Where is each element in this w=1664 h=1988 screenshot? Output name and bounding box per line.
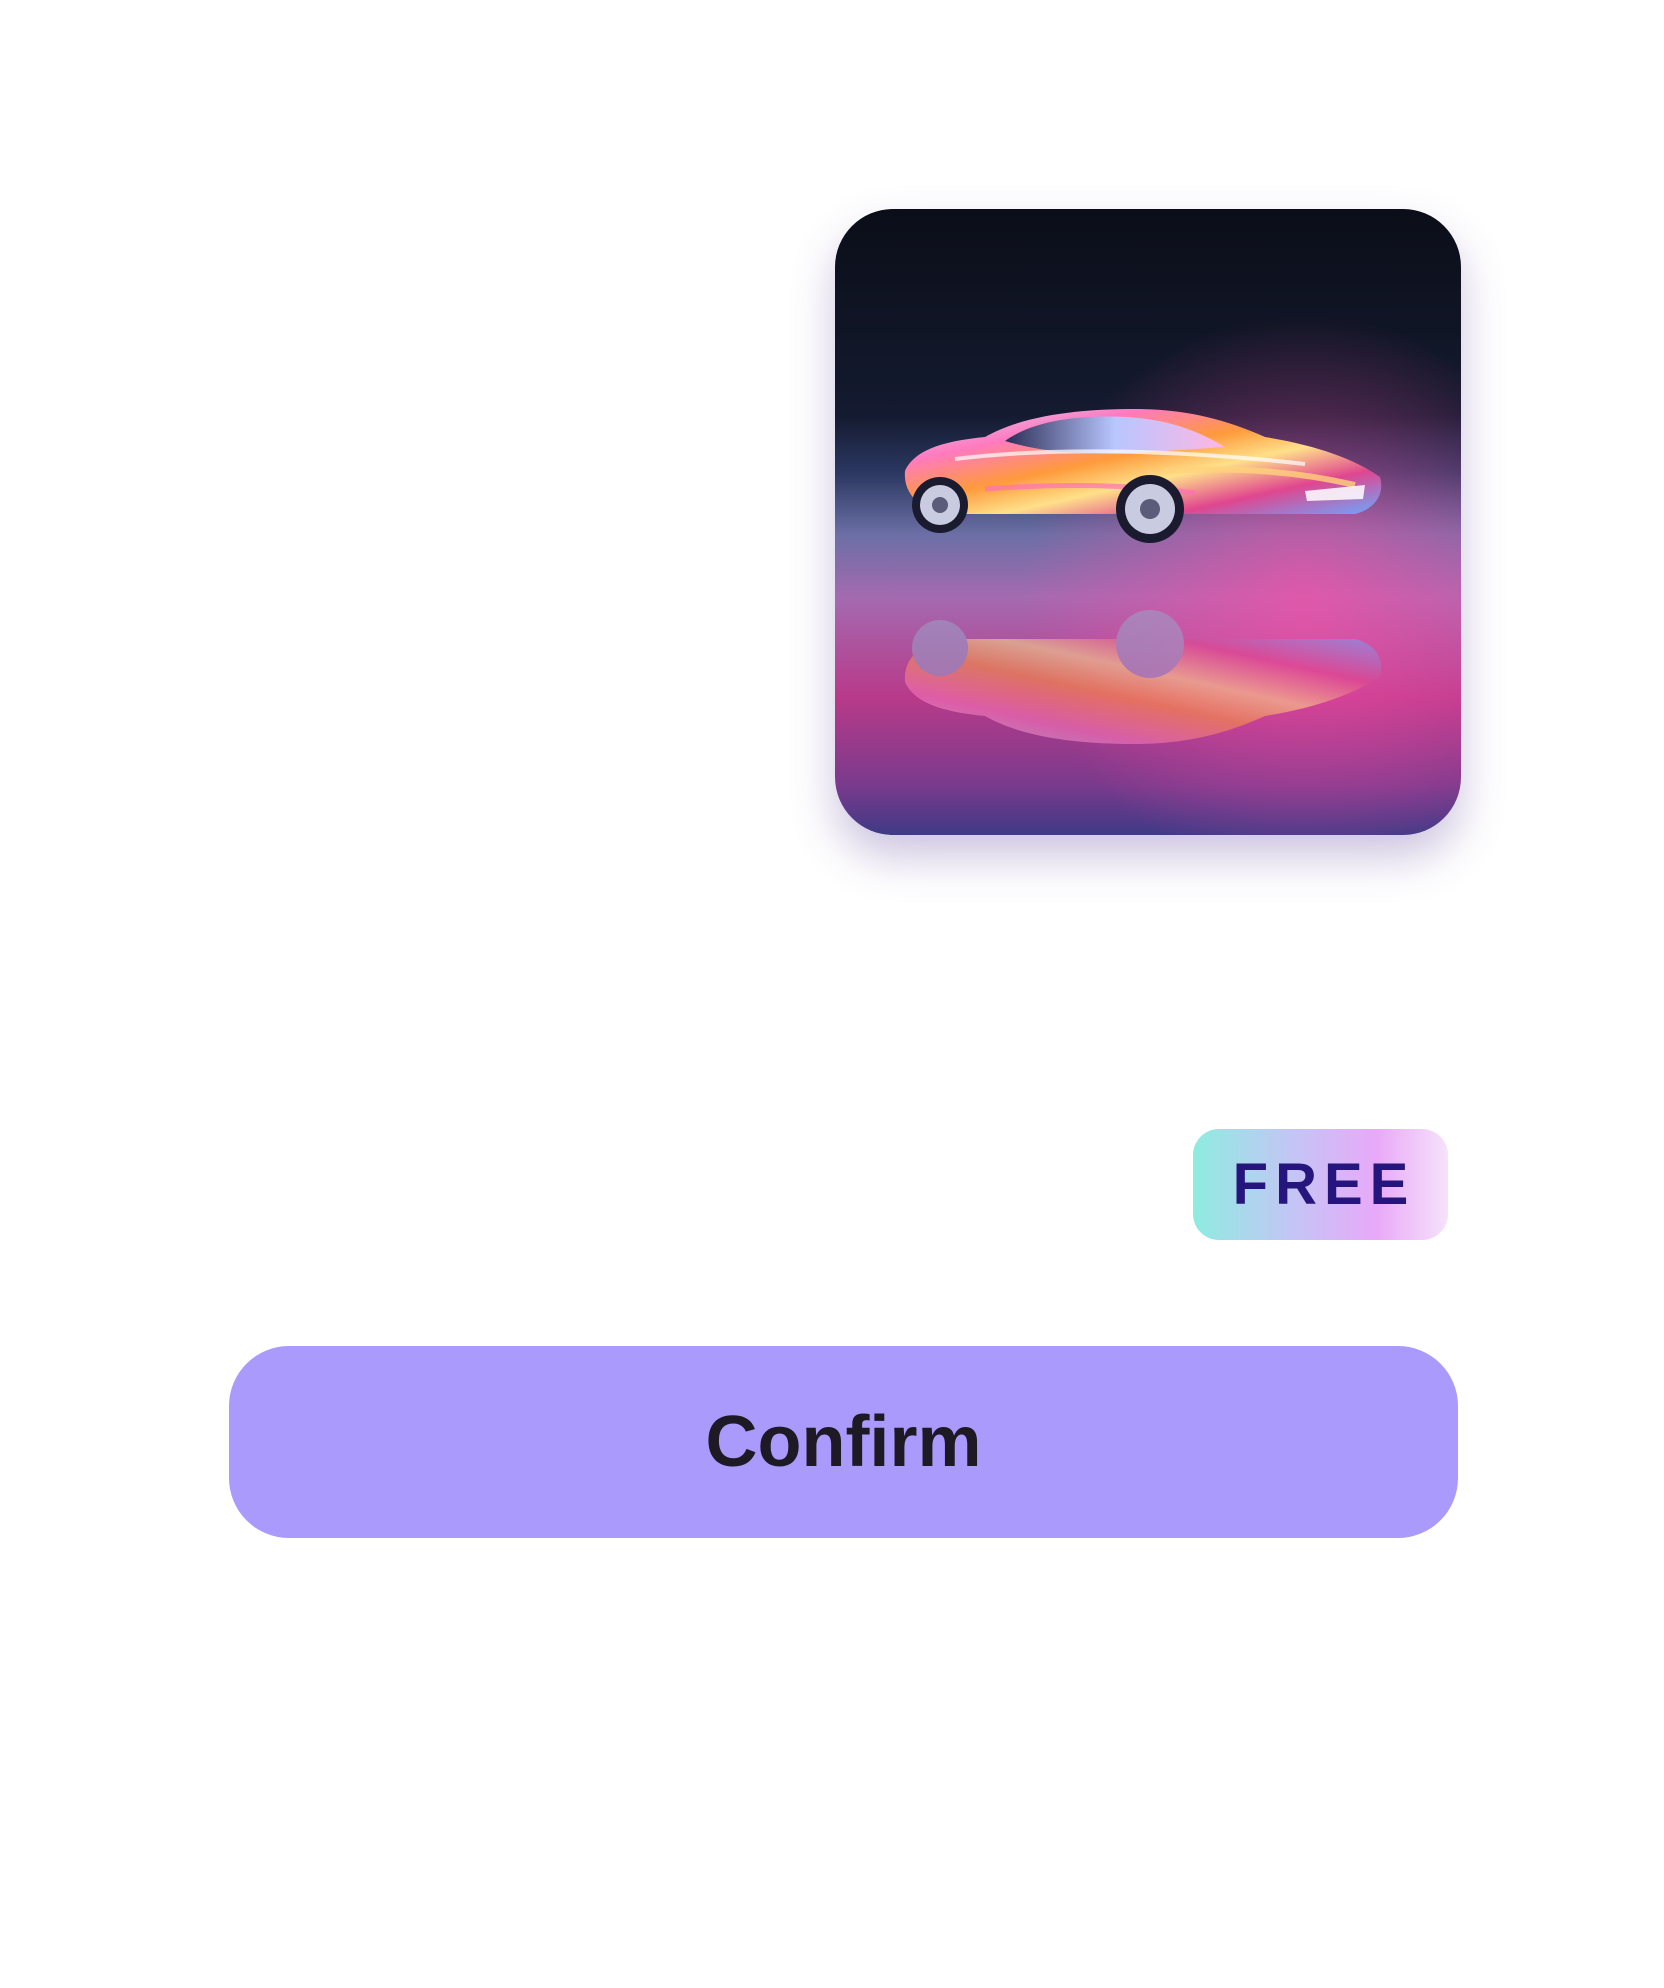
artwork-thumbnail[interactable] [835,209,1461,835]
free-badge: FREE [1193,1129,1448,1240]
sports-car-artwork-icon [835,209,1461,835]
free-badge-label: FREE [1232,1152,1416,1217]
confirm-button-label: Confirm [705,1402,982,1482]
confirm-button[interactable]: Confirm [229,1346,1458,1538]
